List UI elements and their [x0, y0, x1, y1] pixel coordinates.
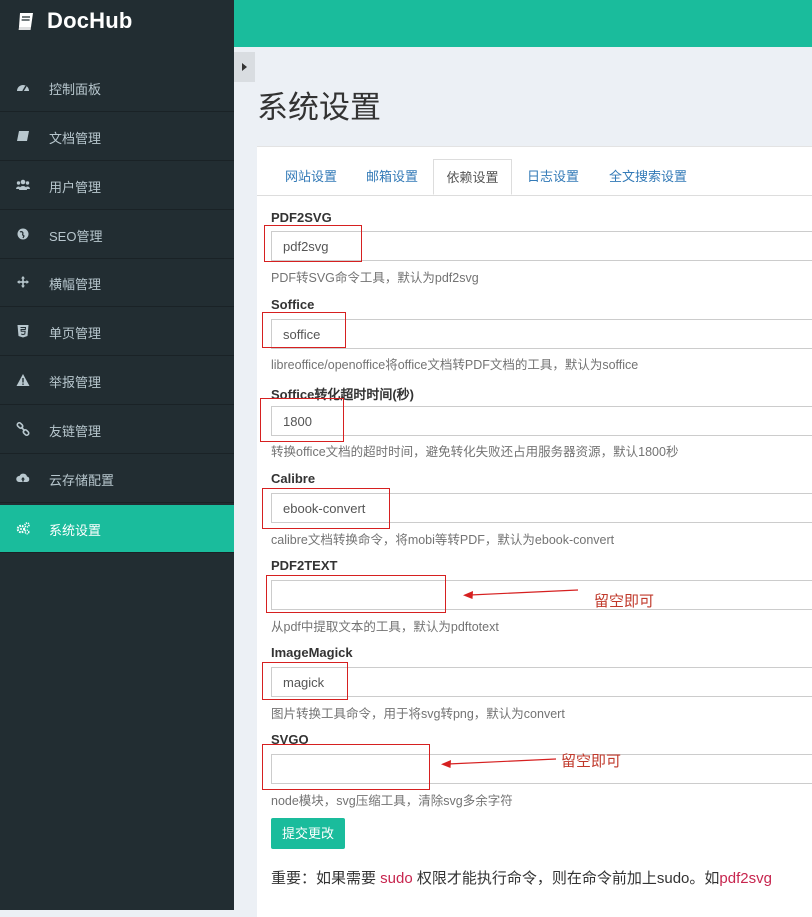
- important-note: 重要：如果需要 sudo 权限才能执行命令，则在命令前加上sudo。如pdf2s…: [271, 867, 772, 888]
- pdf2svg-help: PDF转SVG命令工具，默认为pdf2svg: [271, 271, 479, 285]
- brand-name: DocHub: [47, 8, 133, 33]
- note-example-code: pdf2svg: [719, 870, 772, 887]
- highlight-box: [262, 312, 346, 348]
- highlight-box: [262, 662, 348, 700]
- sidebar-item-dashboard[interactable]: 控制面板: [0, 64, 234, 112]
- book-icon: [18, 13, 33, 30]
- sidebar-item-banners[interactable]: 横幅管理: [0, 259, 234, 307]
- sidebar-item-documents[interactable]: 文档管理: [0, 113, 234, 161]
- users-icon: [16, 179, 30, 190]
- sidebar-item-label: 文档管理: [49, 131, 102, 146]
- page-title: 系统设置: [257, 90, 381, 125]
- sidebar-item-links[interactable]: 友链管理: [0, 406, 234, 454]
- arrow-left-icon: [463, 589, 579, 599]
- html5-icon: [17, 325, 29, 338]
- sidebar-item-label: 云存储配置: [49, 473, 115, 488]
- highlight-box: [262, 488, 390, 529]
- sidebar-item-label: 用户管理: [49, 180, 102, 195]
- annotation-leave-empty: 留空即可: [561, 753, 622, 770]
- sidebar-item-seo[interactable]: SEO管理: [0, 211, 234, 259]
- calibre-help: calibre文档转换命令，将mobi等转PDF，默认为ebook-conver…: [271, 533, 615, 547]
- warning-icon: [16, 374, 30, 386]
- sidebar-item-label: 单页管理: [49, 326, 102, 341]
- sidebar: DocHub 控制面板 文档管理 用户管理 SEO管理 横幅管理 单页管理 举报…: [0, 0, 234, 910]
- imagemagick-help: 图片转换工具命令，用于将svg转png，默认为convert: [271, 707, 565, 721]
- sidebar-item-label: 友链管理: [49, 424, 102, 439]
- arrows-icon: [17, 276, 29, 288]
- highlight-box: [262, 744, 430, 790]
- soffice-input[interactable]: [271, 319, 812, 349]
- sidebar-item-cloud-storage[interactable]: 云存储配置: [0, 455, 234, 503]
- note-prefix: 重要：如果需要: [271, 870, 381, 887]
- note-middle: 权限才能执行命令，则在命令前加上sudo。如: [412, 870, 720, 887]
- calibre-label: Calibre: [271, 471, 316, 486]
- book-icon: [17, 131, 29, 141]
- highlight-box: [266, 575, 446, 613]
- soffice-label: Soffice: [271, 297, 315, 312]
- soffice-help: libreoffice/openoffice将office文档转PDF文档的工具…: [271, 358, 639, 372]
- tab-log-settings[interactable]: 日志设置: [514, 159, 592, 195]
- dashboard-icon: [17, 85, 29, 92]
- pdf2svg-label: PDF2SVG: [271, 210, 332, 225]
- sidebar-item-users[interactable]: 用户管理: [0, 162, 234, 210]
- annotation-leave-empty: 留空即可: [594, 593, 655, 610]
- sidebar-toggle-button[interactable]: [234, 52, 255, 82]
- tab-fulltext-search-settings[interactable]: 全文搜索设置: [596, 159, 700, 195]
- sidebar-item-label: 系统设置: [49, 523, 102, 538]
- imagemagick-label: ImageMagick: [271, 645, 353, 660]
- sidebar-item-label: 横幅管理: [49, 277, 102, 292]
- tab-dependency-settings[interactable]: 依赖设置: [433, 159, 512, 195]
- highlight-box: [260, 398, 344, 442]
- arrow-left-icon: [441, 758, 557, 768]
- caret-right-icon: [242, 63, 247, 71]
- sidebar-item-reports[interactable]: 举报管理: [0, 357, 234, 405]
- cogs-icon: [16, 522, 30, 535]
- globe-icon: [17, 228, 29, 240]
- tab-site-settings[interactable]: 网站设置: [272, 159, 350, 195]
- imagemagick-input[interactable]: [271, 667, 812, 697]
- sidebar-item-system-settings[interactable]: 系统设置: [0, 505, 234, 553]
- link-icon: [16, 422, 30, 436]
- note-sudo-code: sudo: [380, 870, 413, 887]
- cloud-upload-icon: [16, 473, 30, 482]
- tab-email-settings[interactable]: 邮箱设置: [353, 159, 431, 195]
- submit-button[interactable]: 提交更改: [271, 818, 345, 849]
- sidebar-item-label: 举报管理: [49, 375, 102, 390]
- sidebar-item-pages[interactable]: 单页管理: [0, 308, 234, 356]
- top-header: [234, 0, 812, 47]
- svgo-help: node模块，svg压缩工具，清除svg多余字符: [271, 794, 513, 808]
- soffice-timeout-help: 转换office文档的超时时间，避免转化失败还占用服务器资源，默认1800秒: [271, 445, 679, 459]
- sidebar-item-label: SEO管理: [49, 229, 103, 244]
- brand[interactable]: DocHub: [0, 0, 234, 47]
- pdf2text-label: PDF2TEXT: [271, 558, 338, 573]
- sidebar-item-label: 控制面板: [49, 82, 102, 97]
- pdf2text-help: 从pdf中提取文本的工具，默认为pdftotext: [271, 620, 499, 634]
- highlight-box: [264, 225, 362, 262]
- soffice-timeout-input[interactable]: [271, 406, 812, 436]
